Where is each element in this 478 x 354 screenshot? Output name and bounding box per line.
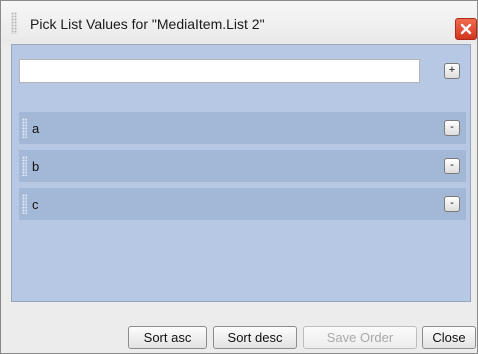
- values-panel: + a - b - c -: [11, 44, 471, 302]
- drag-handle-icon[interactable]: [22, 194, 27, 214]
- close-x-icon: [460, 23, 472, 35]
- list-item[interactable]: c -: [19, 188, 466, 220]
- drag-handle-icon[interactable]: [22, 118, 27, 138]
- pick-list-dialog: Pick List Values for "MediaItem.List 2" …: [0, 0, 478, 354]
- list-item[interactable]: b -: [19, 150, 466, 182]
- dialog-title: Pick List Values for "MediaItem.List 2": [30, 16, 265, 32]
- sort-asc-button[interactable]: Sort asc: [128, 326, 207, 349]
- list-item-label: a: [32, 121, 40, 136]
- list-item-label: b: [32, 159, 40, 174]
- list-item[interactable]: a -: [19, 112, 466, 144]
- add-value-button[interactable]: +: [444, 63, 460, 79]
- title-bar[interactable]: Pick List Values for "MediaItem.List 2": [1, 1, 477, 43]
- close-icon[interactable]: [455, 18, 477, 40]
- remove-value-button[interactable]: -: [444, 158, 460, 174]
- close-button[interactable]: Close: [422, 326, 476, 349]
- remove-value-button[interactable]: -: [444, 196, 460, 212]
- drag-grip-icon[interactable]: [11, 12, 17, 34]
- new-value-input[interactable]: [19, 59, 420, 83]
- drag-handle-icon[interactable]: [22, 156, 27, 176]
- list-item-label: c: [32, 197, 39, 212]
- remove-value-button[interactable]: -: [444, 120, 460, 136]
- save-order-button: Save Order: [303, 326, 417, 349]
- sort-desc-button[interactable]: Sort desc: [213, 326, 297, 349]
